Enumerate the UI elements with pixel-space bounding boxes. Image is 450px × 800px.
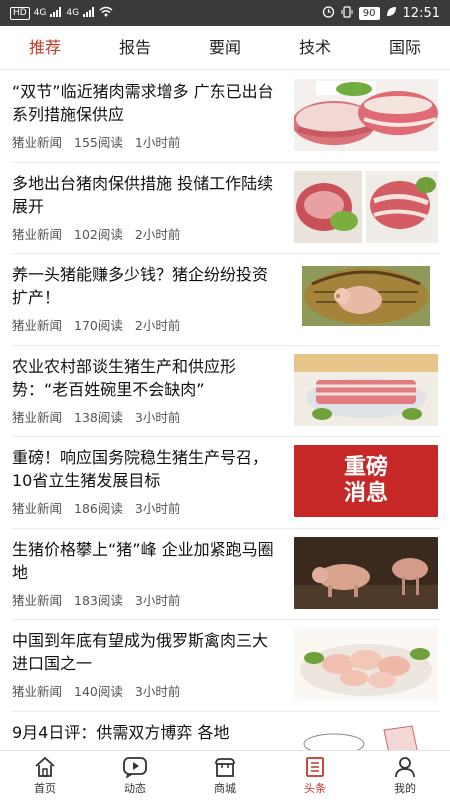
news-meta: 猪业新闻 155阅读 1小时前 [12,132,180,151]
news-item[interactable]: 农业农村部谈生猪生产和供应形势：“老百姓碗里不会缺肉” 猪业新闻 138阅读 3… [12,346,440,437]
nav-headline[interactable]: 头条 [270,751,360,800]
news-reads: 138阅读 [74,409,123,425]
news-item[interactable]: 生猪价格攀上“猪”峰 企业加紧跑马圈地 猪业新闻 183阅读 3小时前 [12,529,440,620]
news-reads: 155阅读 [74,135,123,150]
news-reads: 140阅读 [74,684,123,699]
news-item[interactable]: 中国到年底有望成为俄罗斯禽肉三大进口国之一 猪业新闻 140阅读 3小时前 [12,620,440,712]
news-source: 猪业新闻 [12,318,63,333]
pigs-farm-photo [294,536,438,609]
news-feed: “双节”临近猪肉需求增多 广东已出台系列措施保供应 猪业新闻 155阅读 1小时… [0,71,450,750]
pork-cuts-photo [294,170,438,243]
news-reads: 186阅读 [74,501,123,516]
news-time: 3小时前 [134,409,181,425]
news-reads: 170阅读 [74,318,123,333]
news-title: 多地出台猪肉保供措施 投储工作陆续展开 [12,173,274,216]
nav-label: 我的 [394,781,416,795]
news-title: 生猪价格攀上“猪”峰 企业加紧跑马圈地 [12,539,274,582]
pork-slab-photo [294,353,438,426]
news-reads: 102阅读 [74,226,123,242]
hd-badge: HD [10,6,30,20]
news-meta: 猪业新闻 170阅读 2小时前 [12,315,180,334]
news-source: 猪业新闻 [12,592,63,608]
nav-home[interactable]: 首页 [0,751,90,800]
news-time: 3小时前 [134,592,181,608]
news-time: 2小时前 [134,318,181,333]
nav-dynamic[interactable]: 动态 [90,751,180,800]
clock: 12:51 [402,5,440,21]
news-source: 猪业新闻 [12,501,63,516]
news-item[interactable]: 9月4日评：供需双方博弈 各地 [12,712,440,750]
news-source: 猪业新闻 [12,226,63,242]
pork-meat-photo [294,79,438,151]
news-time: 1小时前 [134,135,181,150]
news-item[interactable]: 养一头猪能赚多少钱？猪企纷纷投资扩产！ 猪业新闻 170阅读 2小时前 [12,254,440,346]
news-title: 养一头猪能赚多少钱？猪企纷纷投资扩产！ [12,265,269,307]
signal-label-1: 4G [33,8,47,18]
breaking-news-banner: 重磅 消息 [294,445,438,517]
news-item[interactable]: 多地出台猪肉保供措施 投储工作陆续展开 猪业新闻 102阅读 2小时前 [12,163,440,254]
wifi-icon [99,6,113,20]
news-meta: 猪业新闻 183阅读 3小时前 [12,590,180,609]
store-icon [212,756,238,778]
news-item[interactable]: 重磅！响应国务院稳生猪生产号召，10省立生猪发展目标 猪业新闻 186阅读 3小… [12,437,440,529]
news-source: 猪业新闻 [12,135,63,150]
tab-tech[interactable]: 技术 [270,26,360,70]
nav-label: 头条 [304,781,326,795]
news-time: 3小时前 [134,684,181,699]
bottom-nav: 首页 动态 商城 头条 我的 [0,750,450,800]
news-time: 2小时前 [134,226,181,242]
news-title: 中国到年底有望成为俄罗斯禽肉三大进口国之一 [12,631,269,673]
tab-recommend[interactable]: 推荐 [0,26,90,70]
tab-news[interactable]: 要闻 [180,26,270,70]
home-icon [32,756,58,778]
news-time: 3小时前 [134,501,181,516]
nav-label: 动态 [124,781,146,795]
person-icon [392,756,418,778]
tab-international[interactable]: 国际 [360,26,450,70]
news-title: 9月4日评：供需双方博弈 各地 [12,722,230,742]
cartoon-photo [294,719,438,750]
status-bar: HD 4G 4G 90 12:51 [0,0,450,26]
nav-profile[interactable]: 我的 [360,751,450,800]
news-meta: 猪业新闻 140阅读 3小时前 [12,681,180,700]
leaf-icon [386,6,397,20]
signal-label-2: 4G [66,8,80,18]
news-item[interactable]: “双节”临近猪肉需求增多 广东已出台系列措施保供应 猪业新闻 155阅读 1小时… [12,71,440,163]
headline-icon [302,756,328,778]
news-meta: 猪业新闻 138阅读 3小时前 [12,407,180,426]
news-title: “双节”临近猪肉需求增多 广东已出台系列措施保供应 [12,82,274,124]
vibrate-icon [341,5,353,21]
play-bubble-icon [122,756,148,778]
nav-store[interactable]: 商城 [180,751,270,800]
news-source: 猪业新闻 [12,409,63,425]
news-meta: 猪业新闻 102阅读 2小时前 [12,224,180,243]
category-tabs: 推荐 报告 要闻 技术 国际 [0,26,450,70]
nav-label: 首页 [34,781,56,795]
news-source: 猪业新闻 [12,684,63,699]
signal-bars-icon [83,6,95,20]
news-title: 重磅！响应国务院稳生猪生产号召，10省立生猪发展目标 [12,448,269,490]
pig-in-pen-photo [294,262,438,334]
tab-report[interactable]: 报告 [90,26,180,70]
chicken-meat-photo [294,628,438,700]
battery-level: 90 [358,6,380,20]
news-meta: 猪业新闻 186阅读 3小时前 [12,498,180,517]
news-title: 农业农村部谈生猪生产和供应形势：“老百姓碗里不会缺肉” [12,356,237,399]
nav-label: 商城 [214,781,236,795]
banner-text: 重磅 消息 [343,455,388,506]
signal-bars-icon [50,6,62,20]
news-reads: 183阅读 [74,592,123,608]
alarm-icon [322,5,335,21]
